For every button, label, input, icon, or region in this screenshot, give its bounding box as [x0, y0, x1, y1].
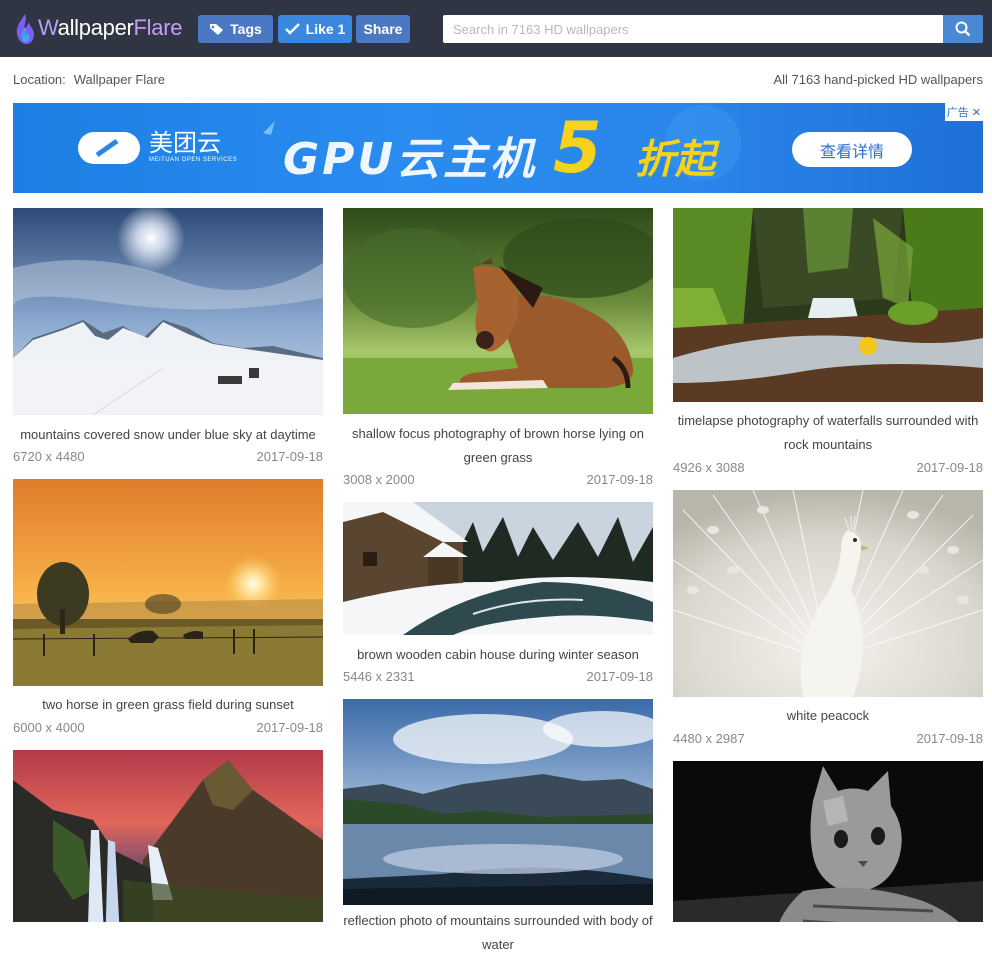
- share-label: Share: [363, 21, 403, 37]
- total-count-text: All 7163 hand-picked HD wallpapers: [773, 72, 983, 87]
- tags-label: Tags: [230, 21, 262, 37]
- wallpaper-thumbnail[interactable]: [343, 208, 653, 414]
- wallpaper-dimensions: 3008 x 2000: [343, 472, 415, 487]
- wallpaper-dimensions: 5446 x 2331: [343, 669, 415, 684]
- wallpaper-title[interactable]: timelapse photography of waterfalls surr…: [673, 409, 983, 457]
- wallpaper-dimensions: 4480 x 2987: [673, 731, 745, 746]
- wallpaper-date: 2017-09-18: [256, 720, 324, 735]
- wallpaper-title[interactable]: reflection photo of mountains surrounded…: [343, 909, 653, 957]
- wallpaper-thumbnail[interactable]: [343, 699, 653, 905]
- wallpaper-thumbnail[interactable]: [343, 502, 653, 635]
- ad-banner[interactable]: 美团云 MEITUAN OPEN SERVICES GPU云主机 5 折起 查看详…: [13, 103, 983, 193]
- ad-tag[interactable]: 广告 ✕: [944, 103, 983, 121]
- site-logo[interactable]: WallpaperFlare: [14, 8, 182, 48]
- wallpaper-date: 2017-09-18: [916, 731, 984, 746]
- wallpaper-date: 2017-09-18: [916, 460, 984, 475]
- wallpaper-title[interactable]: white peacock: [673, 704, 983, 728]
- tags-button[interactable]: Tags: [198, 15, 273, 43]
- ad-cta-button[interactable]: 查看详情: [792, 132, 912, 167]
- tag-icon: [210, 23, 224, 35]
- logo-text: WallpaperFlare: [38, 15, 183, 40]
- wallpaper-thumbnail[interactable]: [13, 208, 323, 415]
- wallpaper-thumbnail[interactable]: [13, 750, 323, 922]
- search-icon: [955, 21, 971, 37]
- ad-discount-number: 5: [553, 107, 602, 189]
- like-button[interactable]: Like 1: [278, 15, 352, 43]
- breadcrumb: Location: Wallpaper Flare: [13, 72, 165, 87]
- wallpaper-dimensions: 4926 x 3088: [673, 460, 745, 475]
- wallpaper-date: 2017-09-18: [586, 669, 654, 684]
- location-link[interactable]: Wallpaper Flare: [74, 72, 165, 87]
- location-label: Location:: [13, 72, 66, 87]
- wallpaper-dimensions: 6000 x 4000: [13, 720, 85, 735]
- ad-headline: GPU云主机: [283, 134, 538, 185]
- ad-tag-label: 广告: [946, 107, 969, 119]
- wallpaper-date: 2017-09-18: [586, 472, 654, 487]
- close-icon[interactable]: ✕: [972, 106, 981, 119]
- wallpaper-title[interactable]: brown wooden cabin house during winter s…: [343, 643, 653, 667]
- wallpaper-title[interactable]: mountains covered snow under blue sky at…: [13, 423, 323, 447]
- check-icon: [284, 23, 300, 35]
- wallpaper-thumbnail[interactable]: [13, 479, 323, 686]
- meituan-cloud-icon: [78, 132, 140, 164]
- top-navigation-bar: WallpaperFlare Tags Like 1 Share: [0, 0, 992, 57]
- wallpaper-dimensions: 6720 x 4480: [13, 449, 85, 464]
- ad-discount-suffix: 折起: [635, 137, 715, 183]
- search-button[interactable]: [943, 15, 983, 43]
- ad-brand-name: 美团云 MEITUAN OPEN SERVICES: [149, 130, 238, 164]
- wallpaper-title[interactable]: shallow focus photography of brown horse…: [343, 422, 653, 470]
- wallpaper-date: 2017-09-18: [256, 449, 324, 464]
- search-input[interactable]: [443, 15, 943, 43]
- wallpaper-thumbnail[interactable]: [673, 761, 983, 922]
- like-label: Like 1: [305, 21, 346, 37]
- wallpaper-thumbnail[interactable]: [673, 490, 983, 697]
- flame-logo-icon: [14, 13, 36, 44]
- wallpaper-thumbnail[interactable]: [673, 208, 983, 402]
- ad-brand-logo: 美团云 MEITUAN OPEN SERVICES: [77, 131, 237, 165]
- wallpaper-title[interactable]: two horse in green grass field during su…: [13, 693, 323, 717]
- share-button[interactable]: Share: [356, 15, 410, 43]
